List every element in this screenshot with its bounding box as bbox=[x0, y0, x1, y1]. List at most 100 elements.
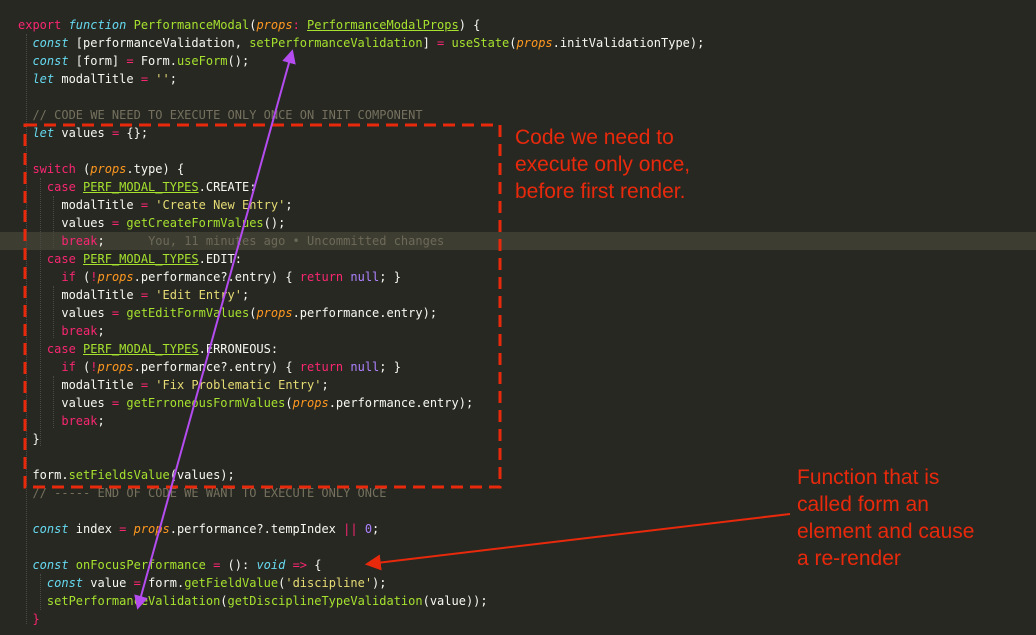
code-token: 'discipline' bbox=[285, 576, 373, 590]
code-token: { bbox=[314, 558, 322, 572]
code-token: = bbox=[140, 198, 156, 212]
code-token: let bbox=[18, 72, 62, 86]
code-token: break bbox=[18, 414, 98, 428]
code-token: = bbox=[133, 576, 149, 590]
code-line[interactable]: case PERF_MODAL_TYPES.ERRONEOUS: bbox=[0, 340, 1036, 358]
code-token: if bbox=[18, 270, 84, 284]
code-token: ) { bbox=[458, 18, 481, 32]
code-token: function bbox=[68, 18, 134, 32]
code-token: modalTitle bbox=[18, 378, 141, 392]
code-line[interactable]: if (!props.performance?.entry) { return … bbox=[0, 268, 1036, 286]
code-line[interactable]: let modalTitle = ''; bbox=[0, 70, 1036, 88]
indent-guide bbox=[53, 196, 54, 248]
code-token: = bbox=[111, 396, 127, 410]
code-token: ( bbox=[509, 36, 517, 50]
code-token: PerformanceModalProps bbox=[307, 18, 459, 32]
code-token: = bbox=[140, 378, 156, 392]
code-token: values bbox=[18, 306, 112, 320]
indent-guide bbox=[53, 376, 54, 428]
code-token: case bbox=[18, 252, 84, 266]
code-token: PERF_MODAL_TYPES bbox=[83, 252, 199, 266]
code-token: '' bbox=[155, 72, 170, 86]
code-line[interactable]: export function PerformanceModal(props: … bbox=[0, 16, 1036, 34]
code-line[interactable]: values = getErroneousFormValues(props.pe… bbox=[0, 394, 1036, 412]
code-token: ( bbox=[220, 594, 228, 608]
code-line[interactable]: break; bbox=[0, 322, 1036, 340]
code-token: ; bbox=[97, 414, 105, 428]
code-token: break bbox=[18, 234, 98, 248]
code-token: {}; bbox=[126, 126, 149, 140]
code-token: ; bbox=[241, 288, 250, 302]
code-token: ( bbox=[285, 396, 293, 410]
code-token: ; bbox=[97, 234, 105, 248]
code-line[interactable]: // CODE WE NEED TO EXECUTE ONLY ONCE ON … bbox=[0, 106, 1036, 124]
code-token: setPerformanceValidation bbox=[46, 594, 221, 608]
code-token: = bbox=[111, 126, 127, 140]
code-line[interactable]: values = getCreateFormValues(); bbox=[0, 214, 1036, 232]
code-token: values bbox=[18, 396, 112, 410]
code-token: null bbox=[350, 270, 380, 284]
code-line[interactable]: const [form] = Form.useForm(); bbox=[0, 52, 1036, 70]
code-line[interactable]: setPerformanceValidation(getDisciplineTy… bbox=[0, 592, 1036, 610]
code-token: (value)); bbox=[422, 594, 488, 608]
code-token: [form] bbox=[75, 54, 127, 68]
code-token: modalTitle bbox=[18, 288, 141, 302]
code-token: (values); bbox=[169, 468, 235, 482]
code-token: form. bbox=[148, 576, 185, 590]
code-token: break bbox=[18, 324, 98, 338]
code-token: useState bbox=[451, 36, 510, 50]
code-token: 'Fix Problematic Entry' bbox=[155, 378, 322, 392]
code-token: .type) { bbox=[126, 162, 185, 176]
code-token: switch bbox=[18, 162, 84, 176]
code-token: ! bbox=[90, 270, 98, 284]
code-token: } bbox=[18, 612, 40, 626]
code-line[interactable]: values = getEditFormValues(props.perform… bbox=[0, 304, 1036, 322]
code-token: modalTitle bbox=[18, 198, 141, 212]
code-token: value bbox=[90, 576, 134, 590]
code-token: const bbox=[18, 576, 91, 590]
code-token: modalTitle bbox=[61, 72, 141, 86]
code-token: 'Create New Entry' bbox=[155, 198, 286, 212]
code-line[interactable]: modalTitle = 'Fix Problematic Entry'; bbox=[0, 376, 1036, 394]
code-token: 'Edit Entry' bbox=[155, 288, 242, 302]
code-token: PERF_MODAL_TYPES bbox=[83, 342, 199, 356]
indent-guide bbox=[40, 178, 41, 446]
code-token: .EDIT: bbox=[198, 252, 242, 266]
code-token: let bbox=[18, 126, 62, 140]
code-token: return bbox=[299, 270, 351, 284]
code-token: ; bbox=[285, 198, 293, 212]
code-token: if bbox=[18, 360, 84, 374]
code-line[interactable]: case PERF_MODAL_TYPES.EDIT: bbox=[0, 250, 1036, 268]
code-token: .initValidationType); bbox=[552, 36, 705, 50]
code-token: = bbox=[437, 36, 452, 50]
code-token: (); bbox=[227, 54, 250, 68]
indent-guide bbox=[26, 34, 27, 624]
note-execute-once: Code we need to execute only once, befor… bbox=[515, 126, 691, 203]
code-token: null bbox=[350, 360, 380, 374]
code-token: } bbox=[18, 432, 40, 446]
note-rerender-function: Function that is called form an element … bbox=[797, 466, 975, 570]
code-line[interactable]: const value = form.getFieldValue('discip… bbox=[0, 574, 1036, 592]
code-line[interactable] bbox=[0, 88, 1036, 106]
code-line[interactable]: break; bbox=[0, 412, 1036, 430]
code-token: PerformanceModal bbox=[133, 18, 250, 32]
code-token: = bbox=[140, 288, 156, 302]
code-line[interactable]: break; You, 11 minutes ago • Uncommitted… bbox=[0, 232, 1036, 250]
code-line[interactable]: } bbox=[0, 430, 1036, 448]
code-token: = bbox=[126, 54, 141, 68]
code-token: = bbox=[111, 216, 127, 230]
code-token: return bbox=[299, 360, 351, 374]
code-token: getCreateFormValues bbox=[126, 216, 264, 230]
code-token: .performance.entry); bbox=[292, 306, 438, 320]
code-token: onFocusPerformance bbox=[75, 558, 214, 572]
code-token: values bbox=[18, 216, 112, 230]
code-token: .CREATE: bbox=[198, 180, 257, 194]
code-token: ; bbox=[321, 378, 329, 392]
code-token: props bbox=[256, 306, 293, 320]
code-line[interactable]: } bbox=[0, 610, 1036, 628]
code-line[interactable]: if (!props.performance?.entry) { return … bbox=[0, 358, 1036, 376]
code-line[interactable]: const [performanceValidation, setPerform… bbox=[0, 34, 1036, 52]
code-line[interactable]: modalTitle = 'Edit Entry'; bbox=[0, 286, 1036, 304]
code-token: props bbox=[97, 360, 134, 374]
code-token: .performance?.entry) { bbox=[133, 270, 300, 284]
